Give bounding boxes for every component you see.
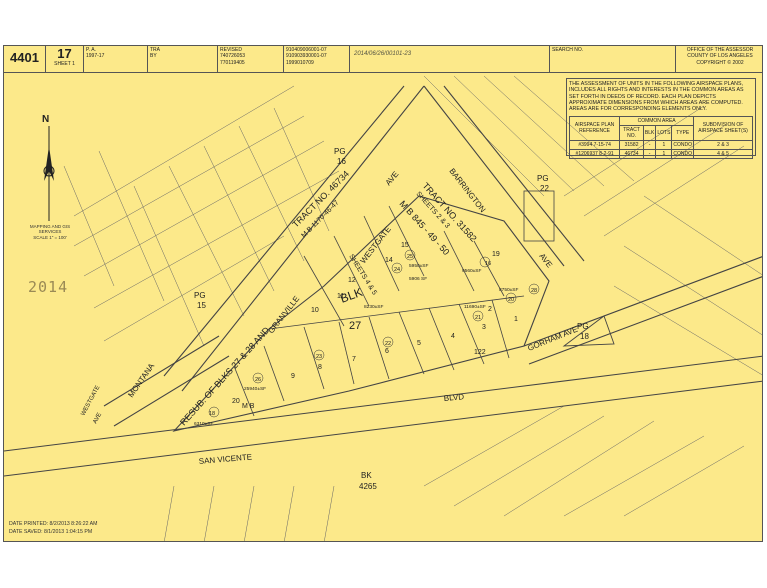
lot-6: 6 — [385, 348, 389, 355]
date-printed: DATE PRINTED: 8/2/2013 8:26:22 AM — [9, 521, 98, 527]
parcel-20: 20 — [508, 297, 514, 303]
parcel-28: 28 — [531, 288, 537, 294]
airspace-table: AIRSPACE PLAN REFERENCE COMMON AREA SUBD… — [568, 115, 753, 159]
lot-5: 5 — [417, 340, 421, 347]
assessor-map-sheet: 4401 17 SHEET 1 P. A. 1997-17 TRA BY REV… — [3, 45, 763, 542]
lot-3: 3 — [482, 324, 486, 331]
parcel-22: 22 — [385, 341, 391, 347]
parcel-24: 24 — [394, 267, 400, 273]
cell: 31582 — [619, 139, 644, 150]
pg-22-label: PG — [537, 174, 549, 183]
col-common: COMMON AREA — [619, 115, 695, 126]
street-westgate-ave: AVE — [92, 412, 103, 425]
area-2: 8230±SF — [364, 304, 384, 310]
notice-text: THE ASSESSMENT OF UNITS IN THE FOLLOWING… — [569, 81, 744, 113]
pg-22-number: 22 — [540, 184, 549, 193]
cell: - — [642, 148, 657, 159]
lot-122: 122 — [474, 349, 486, 356]
lot-10: 10 — [311, 307, 319, 314]
parcel-26: 26 — [255, 377, 261, 383]
lot-19: 19 — [492, 251, 500, 258]
table-row: #3994 7-15-74 31582 - 1 CONDO 2 & 3 — [568, 139, 753, 150]
street-blvd: BLVD — [443, 392, 464, 403]
cell: 46734 — [619, 148, 644, 159]
lot-7: 7 — [352, 356, 356, 363]
cell: 1 — [655, 139, 673, 150]
cell: #3994 7-15-74 — [568, 139, 621, 150]
cell: #1206937 8-2-91 — [568, 148, 621, 159]
mb-label: M B — [242, 403, 255, 410]
pg-15-number: 15 — [197, 301, 206, 310]
pg-18-label: PG — [577, 322, 589, 331]
parcel-25: 25 — [407, 254, 413, 260]
date-saved: DATE SAVED: 8/1/2013 1:04:15 PM — [9, 529, 93, 535]
lot-15: 15 — [401, 242, 409, 249]
subcol-blk: BLK — [642, 124, 657, 141]
street-barrington-ave: AVE — [537, 252, 554, 270]
cell: CONDO — [671, 139, 695, 150]
pg-16-label: PG — [334, 147, 346, 156]
street-granville: GRANVILLE — [266, 294, 301, 335]
table-row: #1206937 8-2-91 46734 - 1 CONDO 4 & 5 — [568, 148, 753, 159]
street-ave-top: AVE — [384, 170, 401, 188]
lot-9: 9 — [291, 373, 295, 380]
lot-20: 20 — [232, 398, 240, 405]
street-montana: MONTANA — [126, 361, 156, 399]
lot-2: 2 — [488, 306, 492, 313]
cell: CONDO — [671, 148, 695, 159]
parcel-21: 21 — [475, 315, 481, 321]
street-san-vicente: SAN VICENTE — [198, 452, 252, 466]
pg-18-number: 18 — [580, 332, 589, 341]
lot-11: 11 — [337, 293, 344, 300]
subcol-type: TYPE — [671, 124, 695, 141]
lot-12: 12 — [348, 277, 356, 284]
airspace-notice: THE ASSESSMENT OF UNITS IN THE FOLLOWING… — [566, 78, 756, 159]
subcol-tract: TRACT NO. — [619, 124, 644, 141]
area-6: 8750±SF — [499, 287, 519, 293]
blk-27: 27 — [349, 320, 361, 332]
lot-8: 8 — [318, 364, 322, 371]
pg-15-label: PG — [194, 291, 206, 300]
area-3: 5906 SF — [409, 276, 427, 282]
parcel-23: 23 — [316, 354, 322, 360]
subcol-lots: LOTS — [655, 124, 673, 141]
cell: - — [642, 139, 657, 150]
cell: 2 & 3 — [693, 139, 753, 150]
north-arrow-icon — [43, 126, 55, 221]
pg-16-number: 16 — [337, 157, 346, 166]
cell: 1 — [655, 148, 673, 159]
lot-4: 4 — [451, 333, 455, 340]
col-subdiv: SUBDIVISION OF AIRSPACE SHEET(S) — [693, 115, 753, 141]
area-4: 5950±SF — [409, 263, 429, 269]
year-stamp: 2014 — [28, 278, 69, 296]
area-7: 6310±SF — [194, 421, 214, 427]
area-5: 11690±SF — [464, 304, 486, 310]
col-airspace: AIRSPACE PLAN REFERENCE — [568, 115, 621, 141]
cell: 4 & 5 — [693, 148, 753, 159]
lot-14: 14 — [385, 257, 393, 264]
area-8: 9560±SF — [462, 268, 482, 274]
lot-1: 1 — [514, 316, 518, 323]
area-1: 25940±SF — [244, 386, 266, 392]
map-legend: MAPPING AND GIS SERVICES SCALE 1" = 100' — [28, 224, 72, 240]
bk-number: 4265 — [359, 482, 377, 491]
north-label: N — [42, 114, 49, 125]
bk-label: BK — [361, 471, 372, 480]
parcel-18: 18 — [209, 411, 215, 417]
parcel-16: 16 — [485, 261, 491, 267]
street-barrington: BARRINGTON — [447, 167, 487, 215]
legend-line-3: SCALE 1" = 100' — [33, 234, 67, 240]
